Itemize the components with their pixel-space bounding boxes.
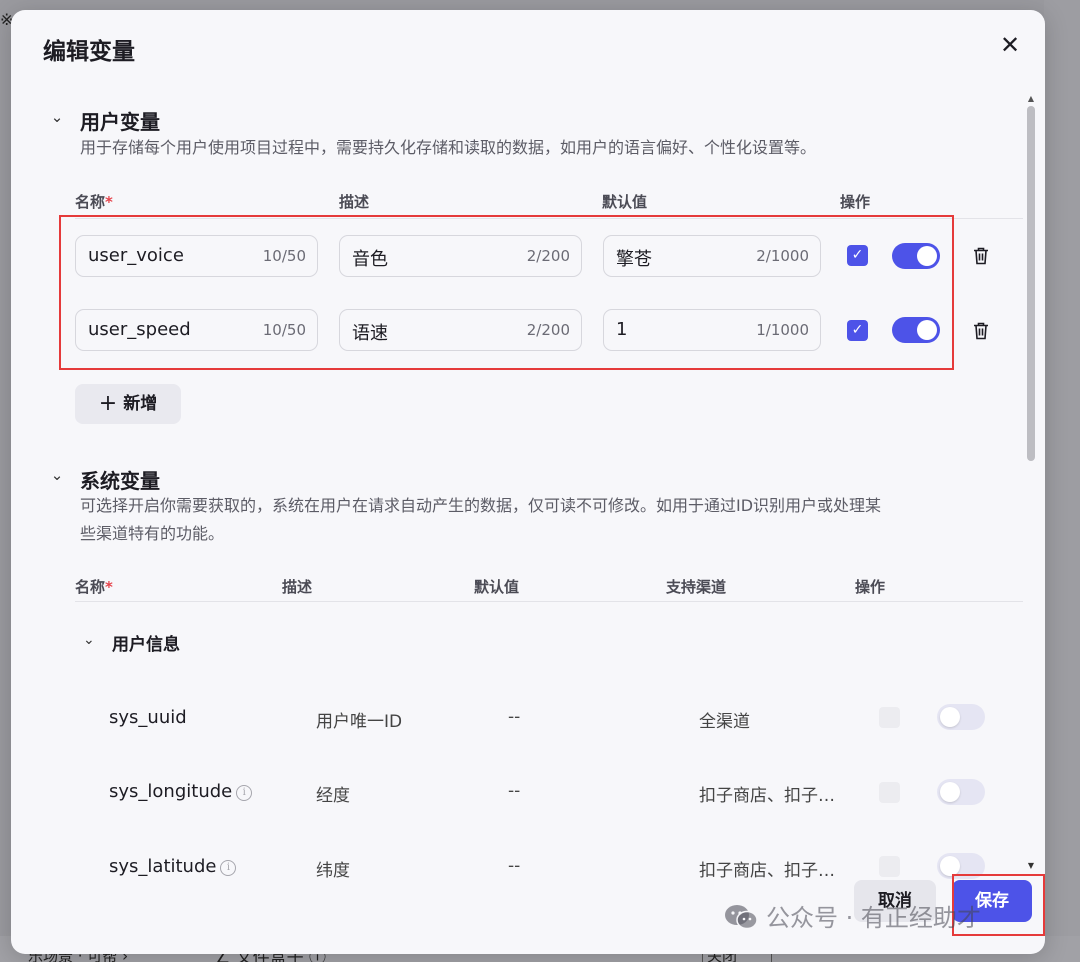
col-header-name: 名称* [75, 193, 113, 211]
sys-var-default: -- [508, 781, 521, 801]
sys-col-header-default: 默认值 [474, 578, 520, 596]
sys-var-name: sys_uuid [109, 707, 187, 728]
vertical-scrollbar[interactable]: ▲ ▼ [1026, 94, 1036, 870]
sys-var-channel: 全渠道 [699, 712, 750, 732]
scroll-down-arrow-icon[interactable]: ▼ [1026, 861, 1036, 870]
col-header-default: 默认值 [602, 193, 648, 211]
user-info-collapse-chevron-icon[interactable]: ⌄ [83, 632, 95, 648]
sys-var-desc: 纬度 [316, 861, 350, 880]
system-vars-description: 可选择开启你需要获取的，系统在用户在请求自动产生的数据，仅可读不可修改。如用于通… [80, 496, 882, 543]
sys-col-header-channel: 支持渠道 [666, 578, 727, 596]
edit-variables-modal: 编辑变量 ✕ ⌄ 用户变量 用于存储每个用户使用项目过程中，需要持久化存储和读取… [11, 10, 1045, 954]
modal-scroll-area[interactable]: ⌄ 用户变量 用于存储每个用户使用项目过程中，需要持久化存储和读取的数据，如用户… [11, 90, 1045, 880]
required-star: * [105, 193, 113, 211]
trash-icon[interactable] [973, 322, 989, 340]
add-variable-button[interactable]: + 新增 [75, 384, 181, 424]
sys-var-default: -- [508, 856, 521, 876]
sys-var-name: sys_longitude i [109, 781, 253, 802]
scroll-thumb[interactable] [1027, 106, 1035, 461]
sys-var-checkbox [879, 856, 900, 877]
sys-var-checkbox [879, 707, 900, 728]
toggle-knob [940, 707, 960, 727]
user-vars-collapse-chevron-icon[interactable]: ⌄ [49, 108, 65, 126]
close-icon[interactable]: ✕ [999, 33, 1021, 57]
annotation-highlight-box [59, 215, 954, 370]
sys-var-desc: 用户唯一ID [316, 712, 403, 732]
sys-var-channel: 扣子商店、扣子… [699, 786, 835, 806]
info-icon[interactable]: i [220, 860, 237, 876]
sys-col-header-action: 操作 [855, 578, 886, 596]
user-info-group-title: 用户信息 [112, 635, 180, 655]
toggle-knob [940, 856, 960, 876]
scroll-up-arrow-icon[interactable]: ▲ [1026, 94, 1036, 103]
required-star: * [105, 578, 113, 596]
sys-var-name: sys_latitude i [109, 856, 237, 877]
sys-var-toggle[interactable] [937, 779, 985, 805]
background-right-strip [1044, 0, 1080, 962]
info-icon[interactable]: i [236, 785, 253, 801]
sys-var-default: -- [508, 707, 521, 727]
sys-var-checkbox [879, 782, 900, 803]
system-vars-collapse-chevron-icon[interactable]: ⌄ [49, 466, 65, 484]
sys-header-divider [75, 601, 1023, 602]
wechat-icon [725, 905, 758, 930]
user-vars-title: 用户变量 [80, 110, 160, 134]
sys-col-header-name: 名称* [75, 578, 113, 596]
sys-col-header-desc: 描述 [282, 578, 313, 596]
plus-icon: + [98, 391, 118, 416]
sys-var-toggle[interactable] [937, 704, 985, 730]
system-vars-title: 系统变量 [80, 469, 160, 493]
col-header-desc: 描述 [339, 193, 370, 211]
watermark: 公众号 · 有正经助才 [724, 898, 981, 933]
trash-icon[interactable] [973, 247, 989, 265]
sys-var-desc: 经度 [316, 786, 350, 806]
user-vars-description: 用于存储每个用户使用项目过程中，需要持久化存储和读取的数据，如用户的语言偏好、个… [80, 138, 817, 157]
col-header-action: 操作 [840, 193, 871, 211]
sys-var-channel: 扣子商店、扣子… [699, 861, 835, 880]
toggle-knob [940, 782, 960, 802]
modal-title: 编辑变量 [43, 39, 135, 65]
